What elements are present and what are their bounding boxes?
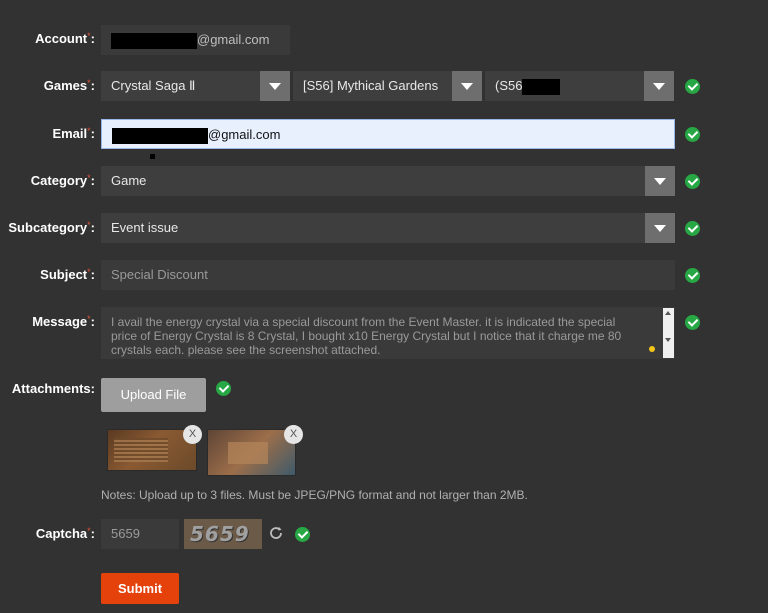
server-select[interactable]: [S56] Mythical Gardens [293, 71, 482, 101]
games-label: Games*: [43, 78, 95, 93]
captcha-input[interactable]: 5659 [101, 519, 179, 549]
upload-notes: Notes: Upload up to 3 files. Must be JPE… [101, 488, 528, 502]
message-textarea[interactable]: I avail the energy crystal via a special… [101, 307, 675, 359]
check-icon [685, 315, 700, 330]
subject-label: Subject*: [40, 267, 95, 282]
message-text: I avail the energy crystal via a special… [111, 315, 622, 357]
check-icon [685, 174, 700, 189]
category-select[interactable]: Game [101, 166, 675, 196]
scroll-up-icon[interactable] [665, 311, 671, 315]
attachments-label: Attachments: [11, 381, 95, 396]
chevron-down-icon[interactable] [260, 71, 290, 101]
category-label: Category*: [30, 173, 95, 188]
chevron-down-icon[interactable] [645, 213, 675, 243]
character-select[interactable]: (S56 [485, 71, 674, 101]
captcha-image: 5659 [184, 519, 262, 549]
subcategory-select[interactable]: Event issue [101, 213, 675, 243]
refresh-icon[interactable] [268, 525, 284, 541]
game-select[interactable]: Crystal Saga Ⅱ [101, 71, 290, 101]
scroll-down-icon[interactable] [665, 338, 671, 342]
chevron-down-icon[interactable] [644, 71, 674, 101]
message-scrollbar[interactable] [663, 308, 674, 358]
check-icon [685, 79, 700, 94]
chevron-down-icon[interactable] [452, 71, 482, 101]
redacted-block [522, 78, 561, 95]
close-icon[interactable]: X [284, 425, 303, 444]
chevron-down-icon[interactable] [645, 166, 675, 196]
email-label: Email*: [52, 126, 95, 141]
submit-button[interactable]: Submit [101, 573, 179, 604]
account-field: @gmail.com [101, 25, 290, 55]
check-icon [685, 127, 700, 142]
email-input[interactable]: @gmail.com [101, 119, 675, 149]
check-icon [216, 381, 231, 396]
captcha-image-text: 5659 [190, 522, 250, 546]
subject-input[interactable]: Special Discount [101, 260, 675, 290]
attachment-thumbnail [207, 429, 296, 476]
redacted-block [112, 127, 208, 144]
account-label: Account*: [35, 31, 95, 46]
upload-file-button[interactable]: Upload File [101, 378, 206, 412]
captcha-label: Captcha*: [35, 526, 95, 541]
check-icon [685, 268, 700, 283]
message-label: Message*: [32, 314, 95, 329]
cursor-mark [150, 154, 155, 159]
subcategory-label: Subcategory*: [8, 220, 95, 235]
check-icon [685, 221, 700, 236]
check-icon [295, 527, 310, 542]
status-dot [649, 346, 655, 352]
redacted-block [111, 32, 197, 49]
close-icon[interactable]: X [183, 425, 202, 444]
